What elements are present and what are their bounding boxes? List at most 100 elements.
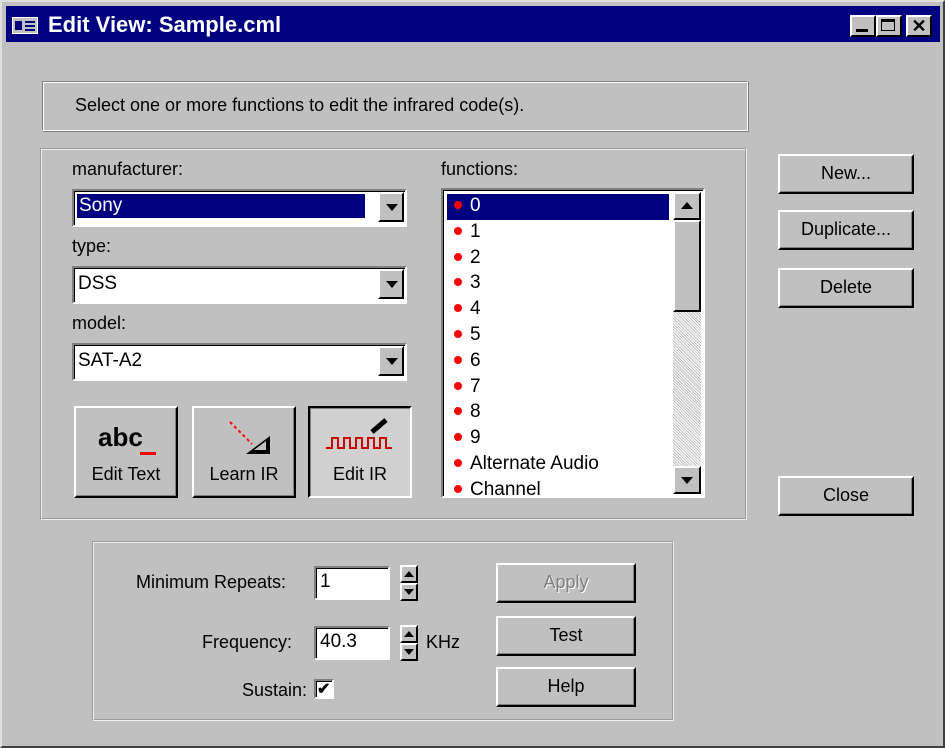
help-button[interactable]: Help bbox=[496, 667, 636, 707]
list-item[interactable]: 1 bbox=[447, 220, 669, 246]
test-button[interactable]: Test bbox=[496, 616, 636, 656]
list-item[interactable]: Channel bbox=[447, 478, 669, 498]
red-dot-icon bbox=[454, 329, 462, 338]
sustain-checkbox[interactable]: ✔ bbox=[314, 679, 334, 699]
edit-ir-label: Edit IR bbox=[332, 464, 388, 484]
model-label: model: bbox=[72, 313, 127, 333]
app-icon bbox=[12, 17, 38, 34]
red-dot-icon bbox=[454, 226, 462, 235]
window-title: Edit View: Sample.cml bbox=[48, 12, 282, 37]
list-item-label: 7 bbox=[470, 375, 481, 397]
list-item[interactable]: Alternate Audio bbox=[447, 452, 669, 478]
spin-up-icon[interactable] bbox=[400, 565, 418, 583]
test-button-label: Test bbox=[549, 625, 583, 645]
list-item[interactable]: 2 bbox=[447, 246, 669, 272]
functions-label: functions: bbox=[441, 159, 519, 179]
list-item-label: Alternate Audio bbox=[470, 453, 599, 474]
chevron-down-icon[interactable] bbox=[378, 269, 404, 299]
list-item[interactable]: 0 bbox=[447, 194, 669, 220]
close-button[interactable]: Close bbox=[778, 476, 914, 516]
list-item-label: 8 bbox=[470, 401, 481, 423]
edit-text-label: Edit Text bbox=[91, 464, 161, 484]
red-dot-icon bbox=[454, 278, 462, 287]
list-item[interactable]: 3 bbox=[447, 271, 669, 297]
sustain-label: Sustain: bbox=[242, 680, 308, 700]
minimum-repeats-label: Minimum Repeats: bbox=[136, 572, 287, 592]
manufacturer-combobox[interactable]: Sony bbox=[72, 189, 407, 227]
apply-button[interactable]: Apply bbox=[496, 563, 636, 603]
minimum-repeats-value: 1 bbox=[320, 571, 331, 592]
delete-button[interactable]: Delete bbox=[778, 268, 914, 308]
list-item[interactable]: 9 bbox=[447, 426, 669, 452]
edit-ir-icon bbox=[324, 416, 396, 458]
red-underline bbox=[140, 452, 156, 455]
list-item-label: 3 bbox=[470, 272, 481, 294]
list-item-label: 5 bbox=[470, 324, 481, 345]
edit-text-button[interactable]: abc Edit Text bbox=[74, 406, 178, 498]
close-icon: ✕ bbox=[911, 16, 927, 36]
list-item[interactable]: 6 bbox=[447, 349, 669, 375]
edit-ir-button[interactable]: Edit IR bbox=[308, 406, 412, 498]
list-item-label: 1 bbox=[470, 220, 481, 242]
list-item-label: 2 bbox=[470, 246, 481, 268]
instructions-panel: Select one or more functions to edit the… bbox=[42, 81, 748, 131]
red-dot-icon bbox=[454, 381, 462, 390]
type-combobox[interactable]: DSS bbox=[72, 266, 407, 304]
type-label: type: bbox=[72, 236, 112, 256]
new-button-label: New... bbox=[820, 163, 872, 183]
list-item[interactable]: 5 bbox=[447, 323, 669, 349]
red-dot-icon bbox=[454, 458, 462, 467]
chevron-down-icon[interactable] bbox=[378, 346, 404, 376]
minimize-button[interactable] bbox=[850, 15, 876, 37]
list-item-label: 0 bbox=[470, 195, 481, 216]
list-item-label: 4 bbox=[470, 298, 481, 320]
list-item[interactable]: 4 bbox=[447, 297, 669, 323]
scroll-thumb[interactable] bbox=[673, 220, 701, 312]
maximize-icon bbox=[881, 19, 895, 31]
list-item-label: 6 bbox=[470, 349, 481, 371]
functions-listbox[interactable]: 0 1 2 3 4 5 6 7 8 9 Alternate Audio Channel bbox=[441, 188, 705, 498]
minimize-icon bbox=[856, 29, 868, 32]
title-bar[interactable]: Edit View: Sample.cml ✕ bbox=[6, 6, 940, 42]
learn-ir-label: Learn IR bbox=[209, 464, 279, 484]
red-dot-icon bbox=[454, 407, 462, 416]
scroll-down-icon[interactable] bbox=[673, 466, 701, 494]
learn-ir-icon bbox=[210, 418, 280, 458]
spin-up-icon[interactable] bbox=[400, 625, 418, 643]
spin-down-icon[interactable] bbox=[400, 643, 418, 661]
functions-scrollbar[interactable] bbox=[673, 192, 701, 494]
list-item-label: Channel bbox=[470, 478, 541, 498]
minimum-repeats-spinner[interactable] bbox=[400, 565, 418, 601]
manufacturer-value: Sony bbox=[76, 193, 366, 219]
duplicate-button[interactable]: Duplicate... bbox=[778, 210, 914, 250]
learn-ir-button[interactable]: Learn IR bbox=[192, 406, 296, 498]
frequency-value: 40.3 bbox=[320, 631, 357, 652]
red-dot-icon bbox=[454, 355, 462, 364]
new-button[interactable]: New... bbox=[778, 154, 914, 194]
red-dot-icon bbox=[454, 433, 462, 442]
checkmark-icon: ✔ bbox=[317, 681, 331, 698]
close-button-label: Close bbox=[822, 485, 870, 505]
delete-button-label: Delete bbox=[819, 277, 873, 297]
minimum-repeats-input[interactable]: 1 bbox=[314, 566, 390, 600]
edit-view-window: Edit View: Sample.cml ✕ Select one or mo… bbox=[0, 0, 945, 748]
list-item[interactable]: 7 bbox=[447, 375, 669, 401]
close-window-button[interactable]: ✕ bbox=[906, 15, 932, 37]
abc-text-icon: abc bbox=[98, 422, 143, 452]
apply-button-label: Apply bbox=[543, 572, 589, 592]
chevron-down-icon[interactable] bbox=[378, 192, 404, 222]
type-value: DSS bbox=[78, 273, 118, 294]
help-button-label: Help bbox=[547, 676, 585, 696]
maximize-button[interactable] bbox=[876, 15, 902, 37]
model-combobox[interactable]: SAT-A2 bbox=[72, 343, 407, 381]
list-item[interactable]: 8 bbox=[447, 400, 669, 426]
frequency-unit: KHz bbox=[426, 632, 461, 652]
duplicate-button-label: Duplicate... bbox=[800, 219, 892, 239]
frequency-spinner[interactable] bbox=[400, 625, 418, 661]
spin-down-icon[interactable] bbox=[400, 583, 418, 601]
manufacturer-label: manufacturer: bbox=[72, 159, 184, 179]
red-dot-icon bbox=[454, 304, 462, 313]
list-item-label: 9 bbox=[470, 427, 481, 449]
scroll-up-icon[interactable] bbox=[673, 192, 701, 220]
frequency-input[interactable]: 40.3 bbox=[314, 626, 390, 660]
